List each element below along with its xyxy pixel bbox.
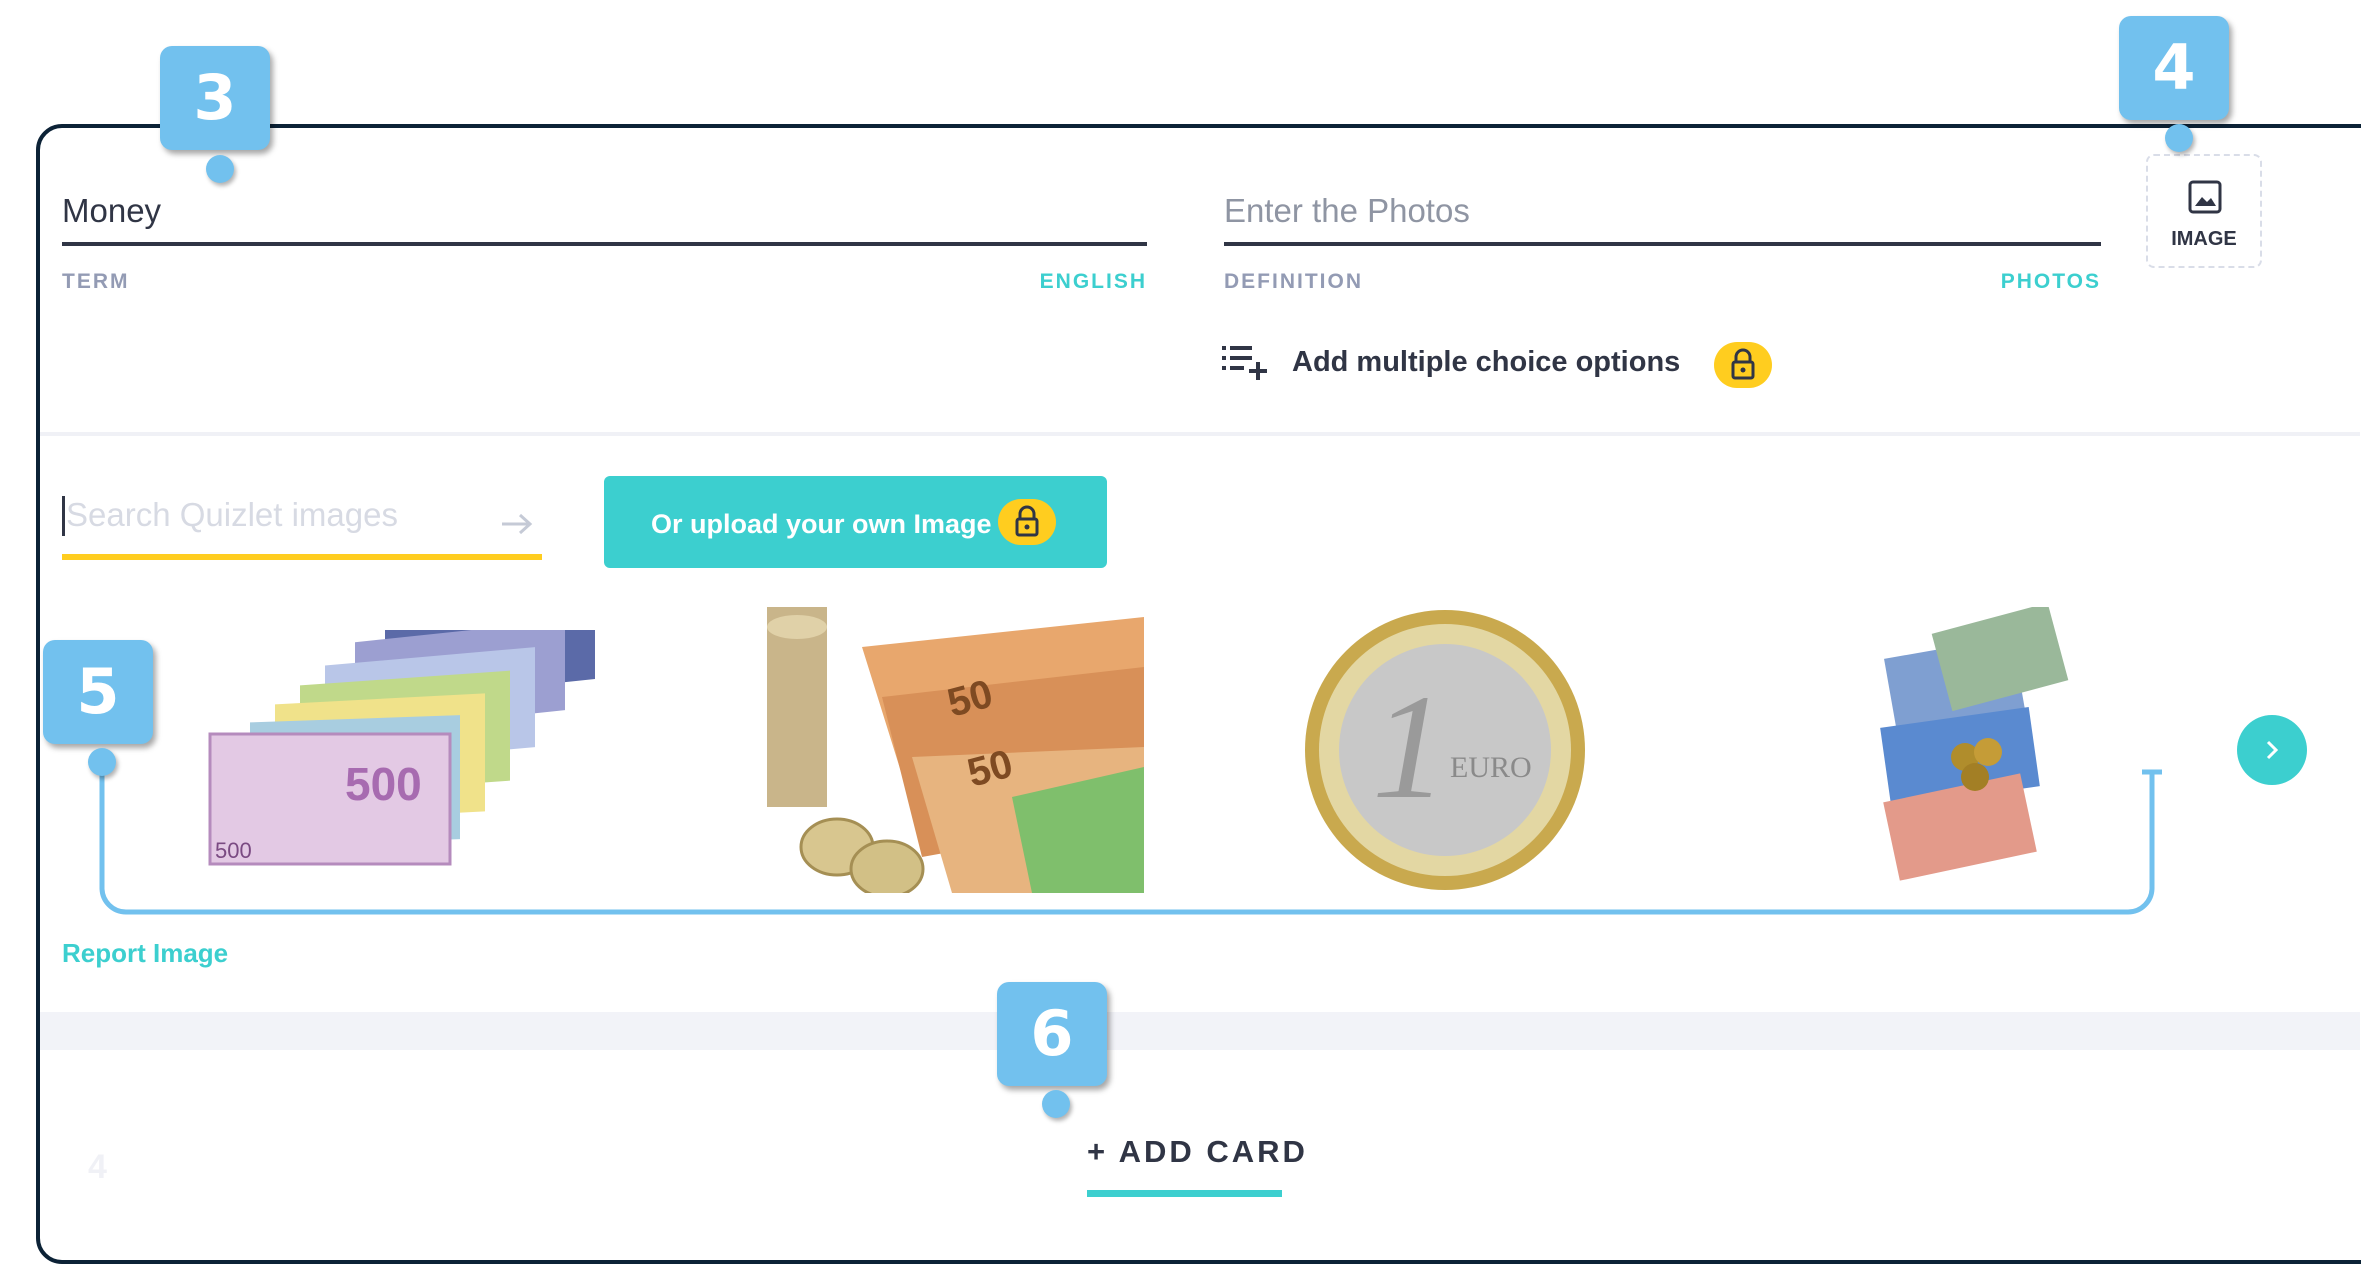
callout-3: 3 — [160, 46, 270, 150]
callout-5: 5 — [43, 640, 153, 744]
section-divider — [40, 432, 2360, 436]
term-label: TERM — [62, 270, 130, 293]
add-image-label: IMAGE — [2171, 228, 2237, 250]
lock-icon — [998, 499, 1056, 545]
callout-4: 4 — [2119, 16, 2229, 120]
report-image-link[interactable]: Report Image — [62, 938, 228, 969]
term-language-link[interactable]: ENGLISH — [1040, 270, 1147, 294]
image-icon — [2188, 180, 2222, 219]
definition-field[interactable]: Enter the Photos DEFINITION PHOTOS — [1224, 192, 2101, 302]
multiple-choice-label: Add multiple choice options — [1292, 346, 1681, 378]
upload-image-label: Or upload your own Image — [651, 509, 992, 539]
next-images-button[interactable] — [2237, 715, 2307, 785]
chevron-right-icon — [2262, 738, 2282, 767]
term-input[interactable]: Money — [62, 192, 161, 230]
callout-5-pointer — [88, 748, 116, 776]
list-plus-icon — [1222, 342, 1270, 387]
term-underline — [62, 242, 1147, 246]
definition-language-link[interactable]: PHOTOS — [2001, 270, 2101, 294]
definition-underline — [1224, 242, 2101, 246]
add-card-button[interactable]: + ADD CARD — [1087, 1134, 1308, 1170]
add-image-button[interactable]: IMAGE — [2146, 154, 2262, 268]
arrow-right-icon[interactable] — [500, 512, 534, 541]
search-underline — [62, 554, 542, 560]
callout-6-pointer — [1042, 1090, 1070, 1118]
image-search-input[interactable]: Search Quizlet images — [62, 486, 542, 562]
definition-input[interactable]: Enter the Photos — [1224, 192, 1470, 230]
callout-3-pointer — [206, 155, 234, 183]
lock-icon — [1714, 342, 1772, 388]
image-search-placeholder: Search Quizlet images — [66, 496, 398, 533]
callout-6: 6 — [997, 982, 1107, 1086]
callout-4-pointer — [2165, 124, 2193, 152]
card-separator — [40, 1012, 2360, 1050]
term-field[interactable]: Money TERM ENGLISH — [62, 192, 1147, 302]
add-card-underline — [1087, 1190, 1282, 1197]
upload-image-button[interactable]: Or upload your own Image — [604, 476, 1107, 568]
definition-label: DEFINITION — [1224, 270, 1363, 293]
image-group-bracket — [99, 769, 2162, 915]
card-number: 4 — [88, 1148, 107, 1186]
text-cursor — [62, 496, 65, 536]
